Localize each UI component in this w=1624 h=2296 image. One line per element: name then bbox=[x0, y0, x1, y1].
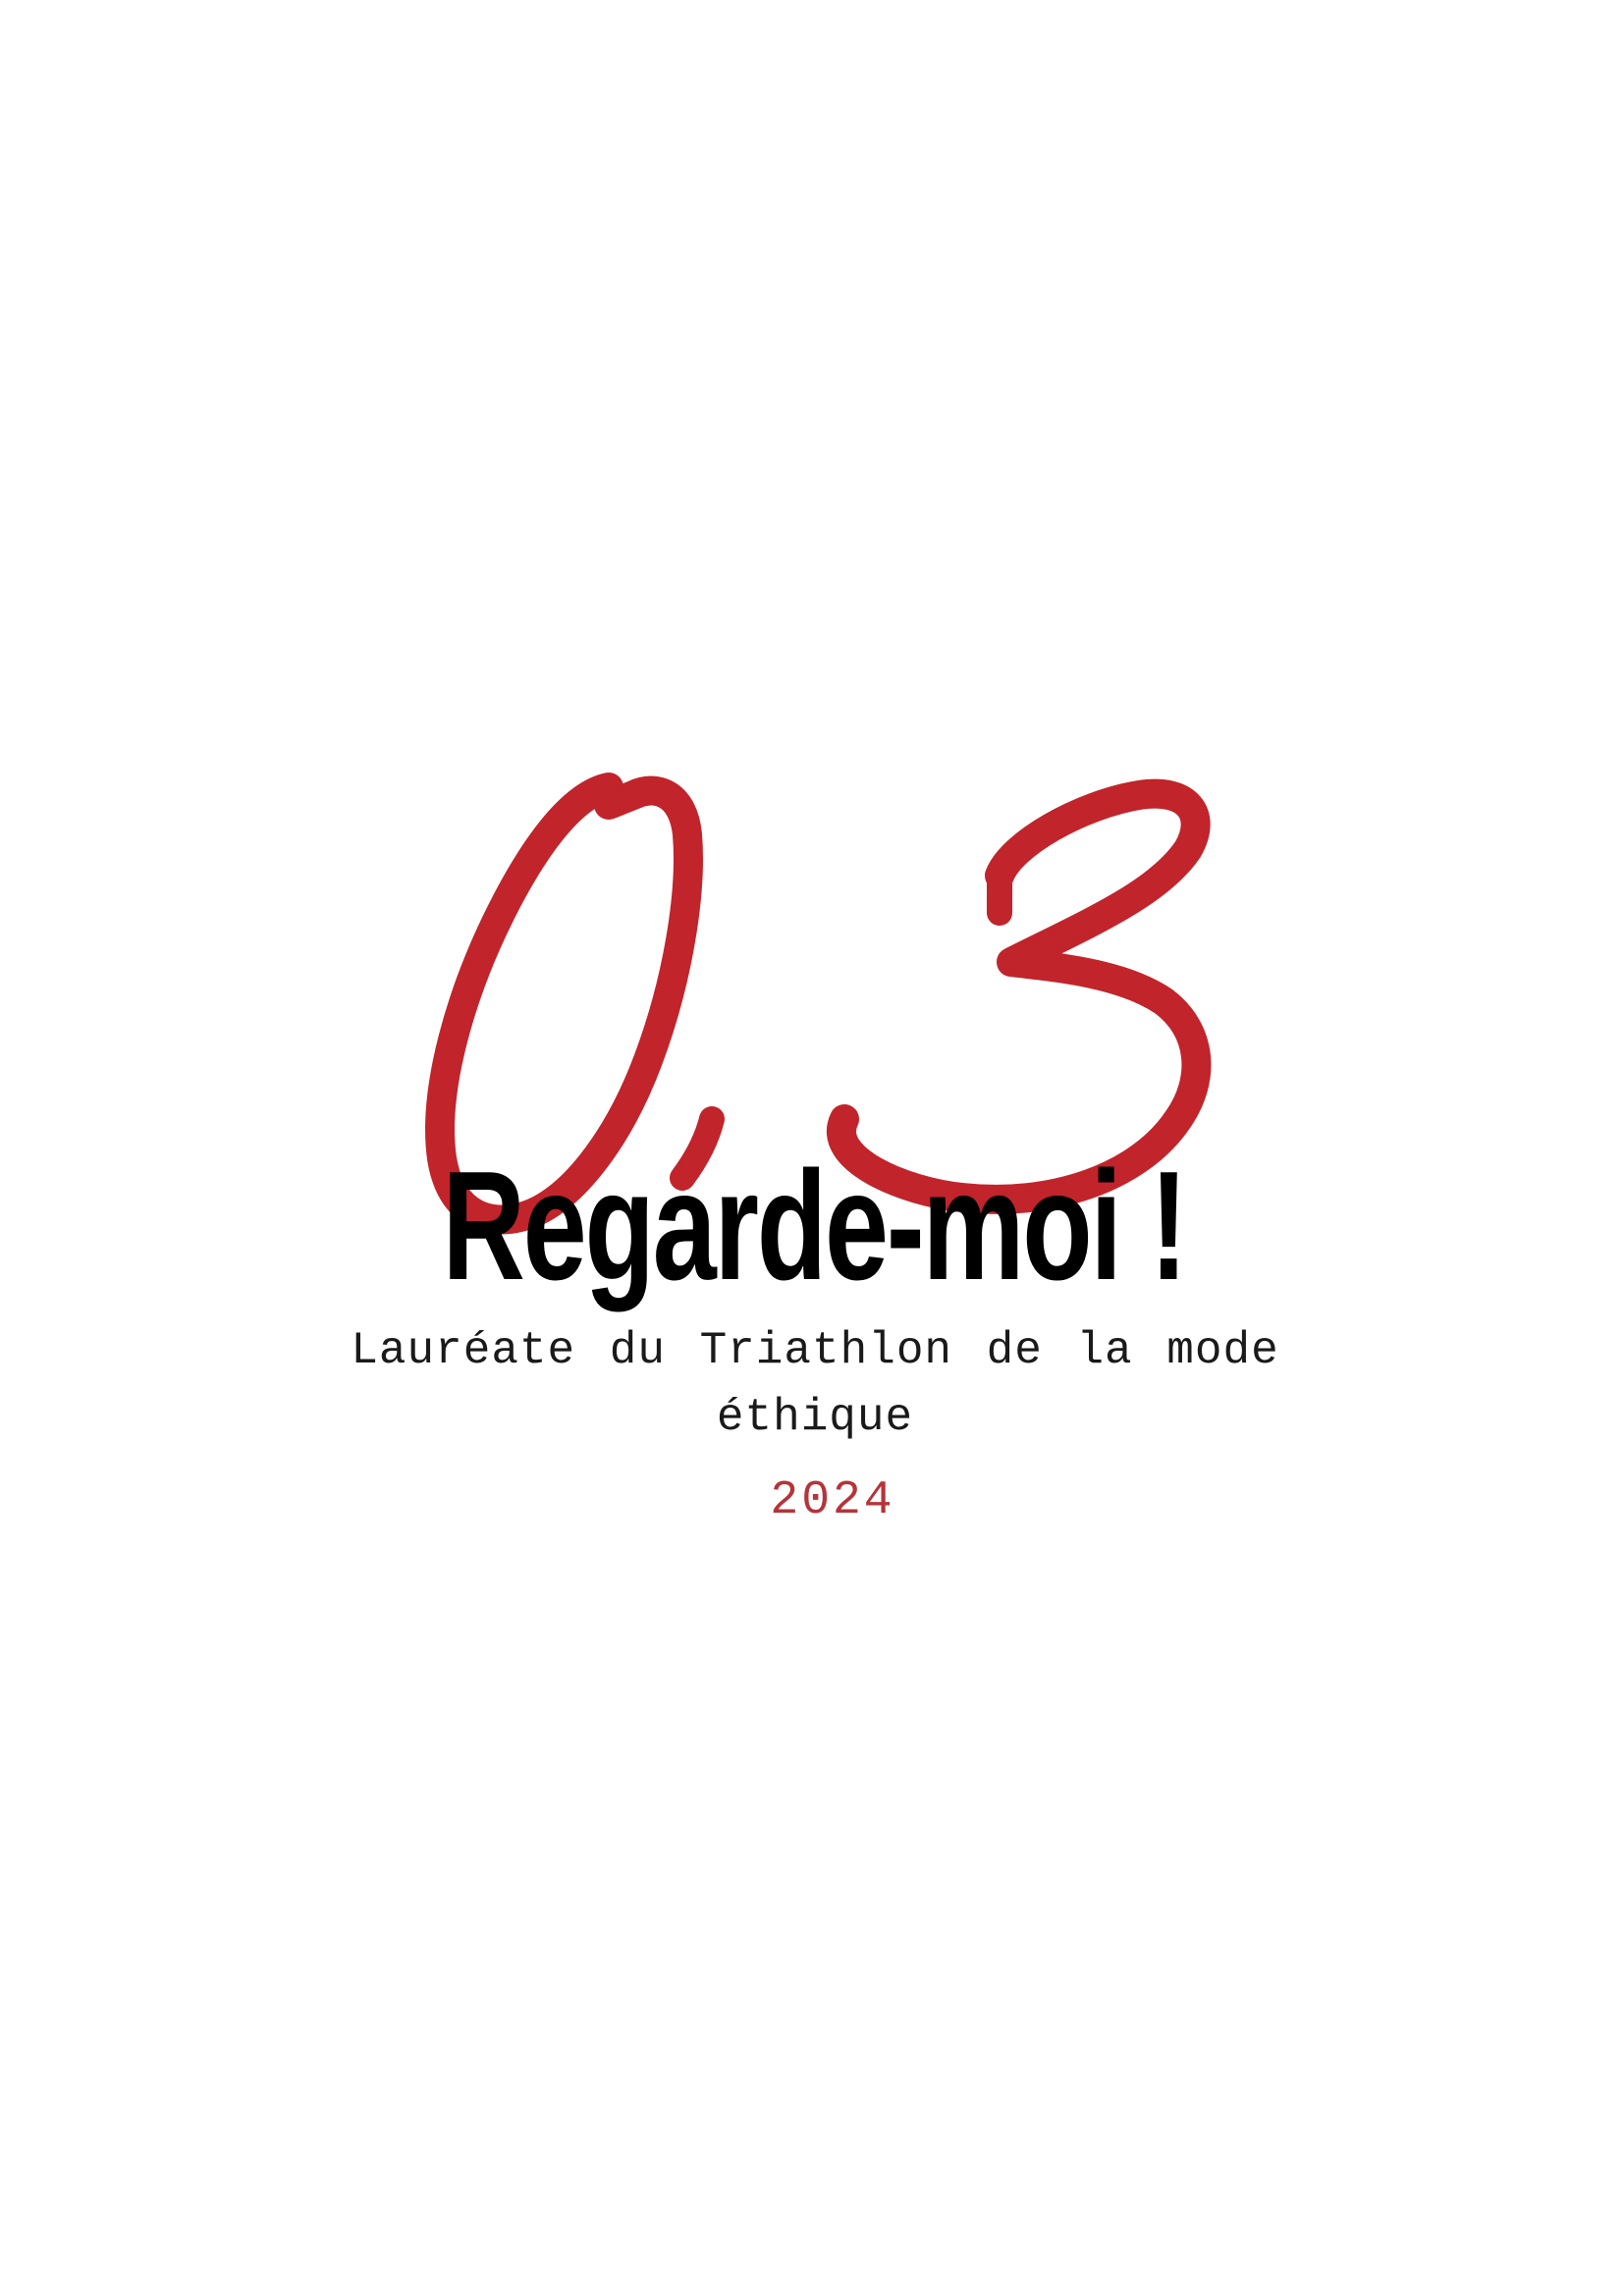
logo-digit-three bbox=[827, 778, 1212, 1214]
cover-title: Regarde-moi ! bbox=[442, 1140, 1187, 1312]
cover-year: 2024 bbox=[770, 1474, 895, 1527]
cover-page: Regarde-moi ! Lauréate du Triathlon de l… bbox=[0, 0, 1624, 2296]
cover-subtitle: Lauréate du Triathlon de la mode éthique bbox=[351, 1325, 1279, 1443]
